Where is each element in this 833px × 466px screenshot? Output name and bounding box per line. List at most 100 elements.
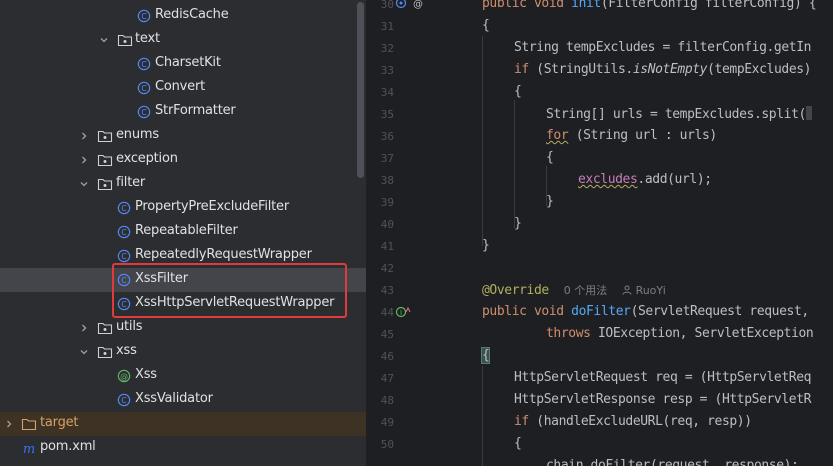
chevron-right-icon[interactable]	[78, 322, 90, 334]
code-line-30: public void init(FilterConfig filterConf…	[482, 0, 817, 11]
tree-item-label: CharsetKit	[155, 55, 221, 70]
tree-scrollbar[interactable]	[357, 2, 364, 178]
code-line-46: {	[480, 347, 491, 364]
code-line-43: @Override 0 个用法 RuoYi	[482, 282, 666, 298]
tree-item-label: Convert	[155, 79, 206, 94]
code-line-40: }	[514, 216, 522, 231]
tree-item-charsetkit[interactable]: C CharsetKit	[0, 52, 366, 76]
class-icon: C	[137, 81, 151, 95]
tree-item-label: enums	[116, 127, 159, 142]
usages-hint[interactable]: 0 个用法	[564, 284, 608, 297]
indent-guide	[482, 366, 483, 466]
class-icon: C	[117, 249, 131, 263]
keyword: if	[514, 414, 529, 429]
tree-item-filter[interactable]: filter	[0, 172, 366, 196]
line-number: 50	[380, 438, 394, 451]
line-number: 47	[380, 372, 394, 385]
keyword: void	[534, 0, 564, 11]
method-name: init	[571, 0, 601, 11]
author-hint[interactable]: RuoYi	[622, 284, 666, 297]
tree-item-label: text	[135, 31, 160, 46]
tree-item-rediscache[interactable]: C RedisCache	[0, 4, 366, 28]
tree-item-label: RepeatableFilter	[135, 223, 238, 238]
svg-text:C: C	[121, 228, 127, 237]
line-number: 38	[380, 174, 394, 187]
chevron-down-icon[interactable]	[98, 34, 110, 46]
tree-item-label: RepeatedlyRequestWrapper	[135, 247, 312, 262]
author-name: RuoYi	[635, 284, 666, 297]
tree-item-pom-xml[interactable]: m pom.xml	[0, 436, 366, 460]
code-line-49: if (handleExcludeURL(req, resp))	[514, 414, 752, 429]
code-text: IOException, ServletException	[590, 326, 814, 341]
code-line-47: HttpServletRequest req = (HttpServletReq	[514, 370, 812, 385]
tree-item-label: xss	[116, 343, 137, 358]
tree-item-xss-annotation[interactable]: @ Xss	[0, 364, 366, 388]
folder-icon	[21, 418, 37, 431]
code-line-50: {	[514, 436, 522, 451]
tree-item-enums[interactable]: enums	[0, 124, 366, 148]
keyword: public	[482, 0, 527, 11]
svg-text:C: C	[121, 396, 127, 405]
folder-icon	[117, 34, 133, 47]
code-line-36: for (String url : urls)	[546, 128, 717, 143]
tree-item-propertypreexcludefilter[interactable]: C PropertyPreExcludeFilter	[0, 196, 366, 220]
svg-text:@: @	[413, 0, 423, 9]
project-tree: C RedisCache text C CharsetKit C Convert…	[0, 0, 366, 466]
svg-text:C: C	[141, 60, 147, 69]
chevron-right-icon[interactable]	[78, 130, 90, 142]
indent-guide	[514, 100, 515, 228]
annotation-icon: @	[117, 369, 131, 383]
tree-item-strformatter[interactable]: C StrFormatter	[0, 100, 366, 124]
code-text: (StringUtils.	[528, 62, 633, 77]
line-number: 36	[380, 130, 394, 143]
tree-item-repeatablefilter[interactable]: C RepeatableFilter	[0, 220, 366, 244]
line-number: 46	[380, 350, 394, 363]
tree-item-label: pom.xml	[40, 439, 96, 454]
code-line-39: }	[546, 194, 554, 209]
line-number: 31	[380, 20, 394, 33]
override-gutter-icon[interactable]	[395, 0, 407, 9]
tree-item-text[interactable]: text	[0, 28, 366, 52]
svg-text:C: C	[121, 252, 127, 261]
line-number: 37	[380, 152, 394, 165]
class-icon: C	[137, 105, 151, 119]
annotation: @Override	[482, 283, 549, 298]
class-icon: C	[117, 225, 131, 239]
svg-text:C: C	[141, 84, 147, 93]
folder-icon	[97, 130, 113, 143]
code-line-41: }	[482, 238, 490, 253]
annotation-gutter-icon[interactable]: @	[412, 0, 424, 9]
param-hint	[805, 106, 812, 120]
code-text: (handleExcludeURL(req, resp))	[528, 414, 752, 429]
chevron-right-icon[interactable]	[3, 418, 15, 430]
indent-guide	[482, 36, 483, 246]
tree-item-utils[interactable]: utils	[0, 316, 366, 340]
svg-text:m: m	[23, 442, 35, 455]
chevron-down-icon[interactable]	[78, 178, 90, 190]
code-line-31: {	[482, 18, 490, 33]
tree-item-target[interactable]: target	[0, 412, 366, 436]
code-line-38: excludes.add(url);	[578, 172, 712, 187]
class-icon: C	[117, 393, 131, 407]
implements-gutter-icon[interactable]: I	[395, 305, 411, 319]
tree-item-xss[interactable]: xss	[0, 340, 366, 364]
code-text: String[] urls = tempExcludes.split(	[546, 107, 806, 122]
code-text: (tempExcludes)	[707, 62, 812, 77]
folder-icon	[97, 154, 113, 167]
code-line-37: {	[546, 150, 554, 165]
tree-item-convert[interactable]: C Convert	[0, 76, 366, 100]
tree-item-exception[interactable]: exception	[0, 148, 366, 172]
tree-item-xssvalidator[interactable]: C XssValidator	[0, 388, 366, 412]
code-line-34: {	[514, 84, 522, 99]
chevron-right-icon[interactable]	[78, 154, 90, 166]
svg-text:C: C	[141, 108, 147, 117]
line-number: 43	[380, 284, 394, 297]
chevron-down-icon[interactable]	[78, 346, 90, 358]
tree-item-label: StrFormatter	[155, 103, 236, 118]
folder-icon	[97, 346, 113, 359]
folder-icon	[97, 178, 113, 191]
code-editor[interactable]: @ I 30 31 32 33 34 35 36 37 38 39 40 41 …	[366, 0, 833, 466]
keyword: public	[482, 304, 527, 319]
code-text: (ServletRequest request,	[630, 304, 810, 319]
code-line-44: public void doFilter(ServletRequest requ…	[482, 304, 809, 319]
